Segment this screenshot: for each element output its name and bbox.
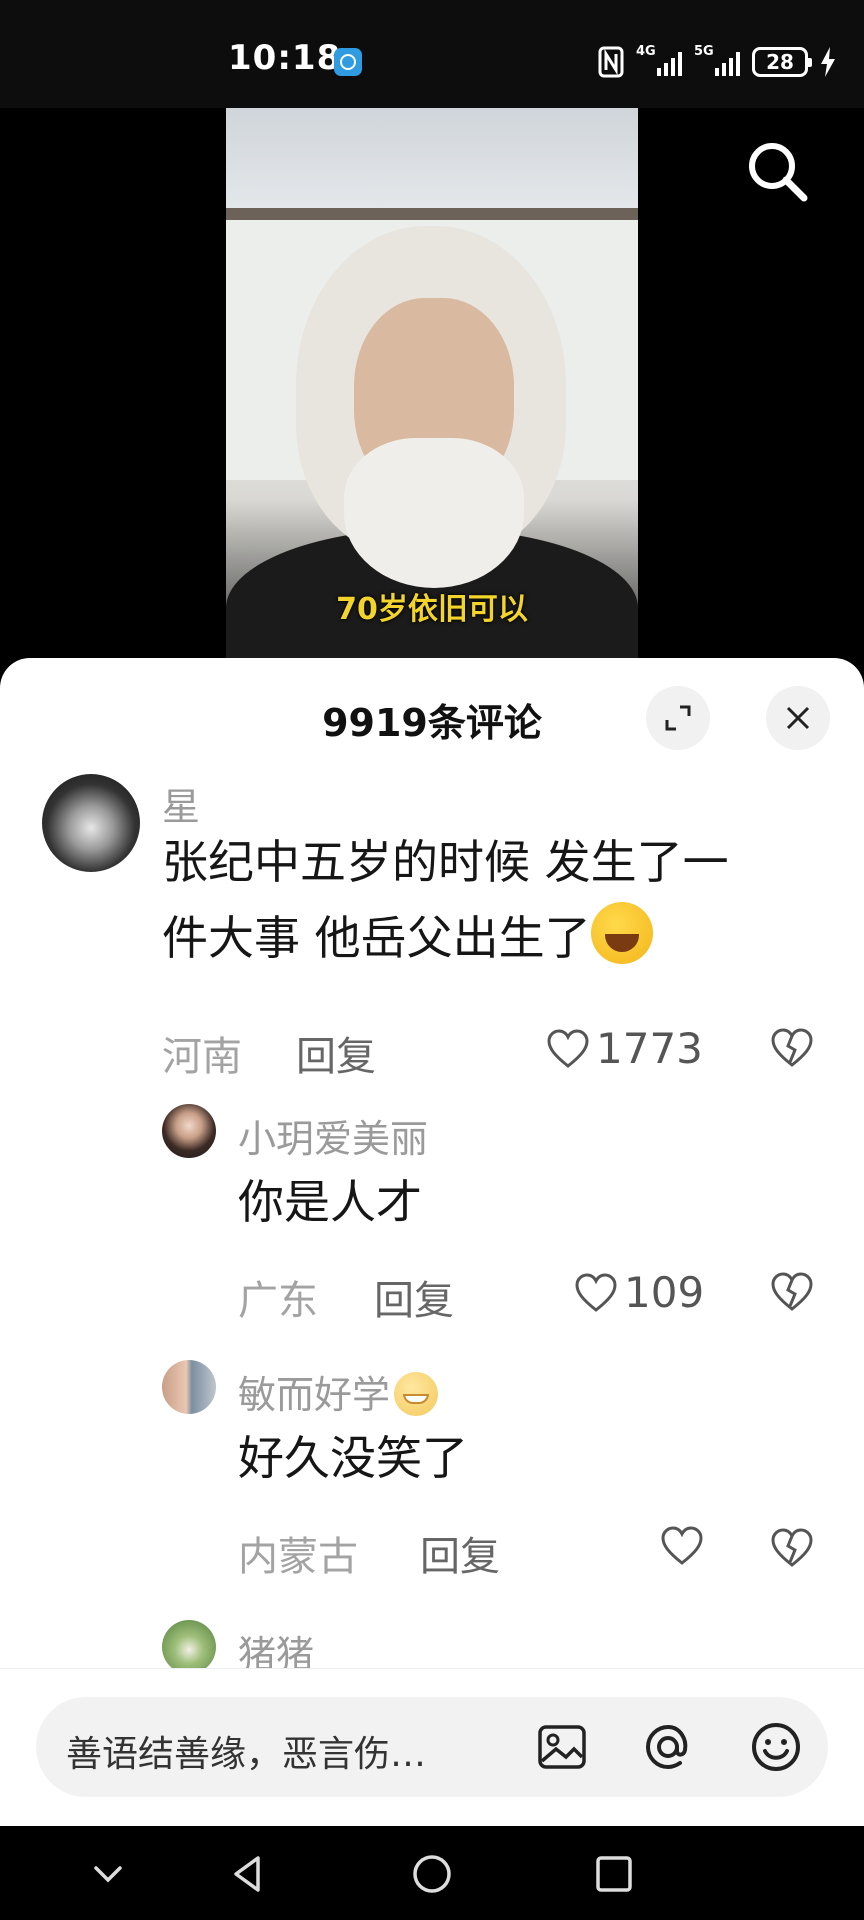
expand-button[interactable] — [646, 686, 710, 750]
globe-icon — [334, 48, 362, 76]
close-icon — [786, 706, 810, 730]
comments-sheet: 9919条评论 星 张纪中五岁的时候 发生了一 件大事 他岳父出生了 河南 回复… — [0, 658, 864, 1826]
comment-input-bar: 善语结善缘，恶言伤… — [0, 1668, 864, 1827]
comment-username[interactable]: 星 — [162, 776, 200, 831]
reply-text: 你是人才 — [238, 1175, 422, 1229]
dislike-icon[interactable] — [770, 1028, 814, 1068]
avatar[interactable] — [162, 1104, 216, 1158]
like-count: 1773 — [596, 1024, 703, 1073]
like-button[interactable]: 109 — [574, 1268, 704, 1317]
close-button[interactable] — [766, 686, 830, 750]
video-caption: 70岁依旧可以 — [336, 592, 528, 627]
emoji-icon[interactable] — [748, 1719, 804, 1775]
grinning-emoji-icon — [394, 1372, 439, 1416]
battery-level: 28 — [766, 50, 794, 74]
avatar[interactable] — [162, 1360, 216, 1414]
heart-icon — [661, 1526, 703, 1565]
heart-icon — [575, 1272, 617, 1312]
at-icon[interactable] — [640, 1719, 696, 1775]
reply-button[interactable]: 回复 — [296, 1024, 376, 1082]
search-icon[interactable] — [740, 134, 816, 210]
reply-button[interactable]: 回复 — [374, 1268, 454, 1326]
recents-icon[interactable] — [592, 1852, 636, 1896]
reply-username[interactable]: 小玥爱美丽 — [238, 1108, 428, 1163]
status-time: 10:18 — [228, 38, 342, 78]
expand-icon — [665, 705, 691, 731]
charging-bolt-icon — [821, 47, 835, 77]
like-button[interactable]: 1773 — [546, 1024, 703, 1073]
reply-location: 广东 — [238, 1278, 318, 1324]
heart-icon — [547, 1028, 589, 1068]
back-icon[interactable] — [226, 1852, 270, 1896]
signal-5g-icon: 5G — [694, 44, 740, 78]
video-area[interactable]: 70岁依旧可以 — [0, 108, 864, 668]
avatar[interactable] — [162, 1620, 216, 1674]
dislike-icon[interactable] — [770, 1272, 814, 1312]
like-button[interactable] — [660, 1526, 710, 1566]
comment-input-placeholder: 善语结善缘，恶言伤… — [66, 1734, 427, 1775]
chevron-down-icon[interactable] — [86, 1852, 130, 1896]
comment-input[interactable]: 善语结善缘，恶言伤… — [36, 1697, 828, 1797]
system-nav-bar — [0, 1826, 864, 1920]
reply-username[interactable]: 敏而好学 — [238, 1364, 439, 1419]
battery-icon: 28 — [752, 47, 812, 77]
image-icon[interactable] — [534, 1719, 590, 1775]
video-frame[interactable]: 70岁依旧可以 — [226, 108, 638, 668]
reply-button[interactable]: 回复 — [420, 1524, 500, 1582]
comments-title: 9919条评论 — [322, 701, 542, 745]
status-icons: 4G 5G 28 — [598, 44, 836, 80]
like-count: 109 — [624, 1268, 705, 1317]
avatar[interactable] — [42, 774, 140, 872]
status-bar: 10:18 4G 5G 28 — [0, 0, 864, 108]
comment-text: 张纪中五岁的时候 发生了一 件大事 他岳父出生了 — [162, 835, 729, 965]
signal-4g-icon: 4G — [636, 44, 682, 78]
dislike-icon[interactable] — [770, 1528, 814, 1568]
reply-text: 好久没笑了 — [238, 1431, 468, 1485]
home-icon[interactable] — [410, 1852, 454, 1896]
laughing-emoji-icon — [590, 902, 653, 964]
reply-location: 内蒙古 — [238, 1534, 358, 1580]
nfc-icon — [598, 46, 624, 78]
comment-location: 河南 — [162, 1034, 242, 1080]
